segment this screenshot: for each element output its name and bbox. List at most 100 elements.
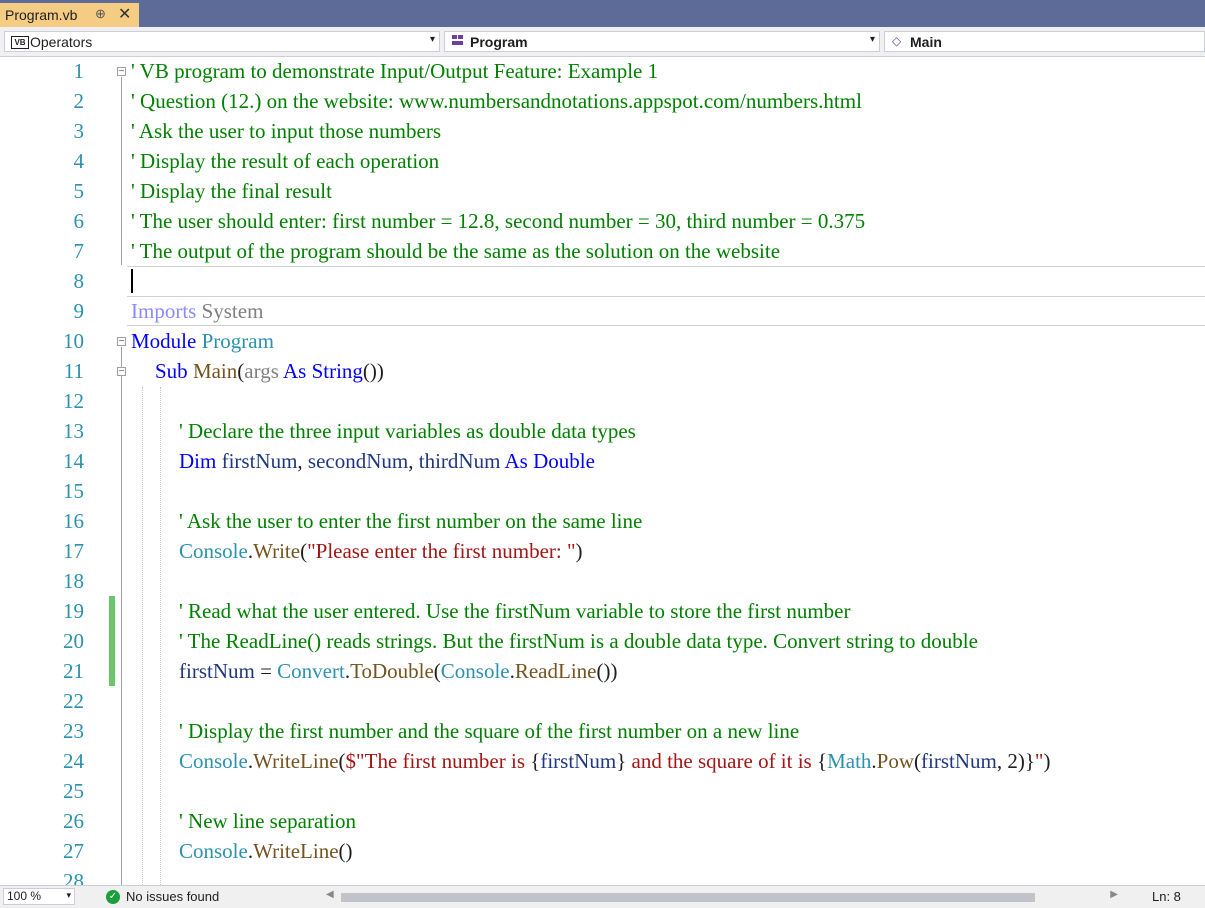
project-dropdown[interactable]: VB Operators ▾ xyxy=(4,31,440,52)
code-token: ' Display the first number and the squar… xyxy=(179,719,800,743)
check-circle-icon: ✓ xyxy=(106,890,120,904)
code-token: , xyxy=(408,449,419,473)
line-number: 4 xyxy=(73,149,85,173)
scrollbar-thumb[interactable] xyxy=(341,893,1035,902)
code-line[interactable]: 14 Dim firstNum, secondNum, thirdNum As D… xyxy=(0,446,1205,476)
scroll-right-icon[interactable]: ▶ xyxy=(1110,889,1118,900)
line-position: Ln: 8 xyxy=(1152,889,1181,904)
code-line[interactable]: 7 ' The output of the program should be t… xyxy=(0,236,1205,266)
line-number: 23 xyxy=(63,719,84,743)
line-number: 15 xyxy=(63,479,84,503)
code-token: WriteLine xyxy=(253,839,339,863)
document-tab-bar: Program.vb ⊕ ✕ xyxy=(0,0,1205,27)
code-text[interactable]: Module Program xyxy=(131,326,274,356)
code-line[interactable]: 4 ' Display the result of each operation xyxy=(0,146,1205,176)
code-text[interactable]: ' Question (12.) on the website: www.num… xyxy=(131,86,862,116)
code-line[interactable]: 28 xyxy=(0,866,1205,885)
code-text[interactable]: Console.Write("Please enter the first nu… xyxy=(179,536,583,566)
close-icon[interactable]: ✕ xyxy=(118,4,131,24)
member-dropdown[interactable]: ◇ Main xyxy=(884,31,1205,52)
code-token: ' Declare the three input variables as d… xyxy=(179,419,636,443)
code-token: firstNum xyxy=(540,749,617,773)
code-text[interactable]: ' Declare the three input variables as d… xyxy=(179,416,636,446)
chevron-down-icon[interactable]: ▾ xyxy=(66,890,71,901)
code-token: Dim xyxy=(179,449,217,473)
scroll-left-icon[interactable]: ◀ xyxy=(326,889,334,900)
code-text[interactable]: ' The ReadLine() reads strings. But the … xyxy=(179,626,978,656)
code-line[interactable]: 2 ' Question (12.) on the website: www.nu… xyxy=(0,86,1205,116)
code-text[interactable]: ' Read what the user entered. Use the fi… xyxy=(179,596,851,626)
code-line[interactable]: 10 Module Program xyxy=(0,326,1205,356)
code-text[interactable]: Console.WriteLine($"The first number is … xyxy=(179,746,1051,776)
code-line[interactable]: 11 Sub Main(args As String()) xyxy=(0,356,1205,386)
code-token: ' Display the result of each operation xyxy=(131,149,440,173)
code-token: ( xyxy=(338,749,346,773)
code-line[interactable]: 15 xyxy=(0,476,1205,506)
code-text[interactable]: ' The user should enter: first number = … xyxy=(131,206,865,236)
code-text[interactable]: ' Display the final result xyxy=(131,176,332,206)
code-text[interactable]: ' VB program to demonstrate Input/Output… xyxy=(131,57,658,86)
code-text[interactable]: ' The output of the program should be th… xyxy=(131,236,780,266)
code-editor[interactable]: − − − 1 ' VB program to demonstrate Input… xyxy=(0,57,1205,885)
line-number: 9 xyxy=(73,299,85,323)
code-line[interactable]: 8 xyxy=(0,266,1205,296)
tab-title[interactable]: Program.vb xyxy=(5,7,77,23)
code-line[interactable]: 21 firstNum = Convert.ToDouble(Console.Re… xyxy=(0,656,1205,686)
code-line[interactable]: 6 ' The user should enter: first number =… xyxy=(0,206,1205,236)
code-token: $"The first number is xyxy=(345,749,531,773)
code-line[interactable]: 18 xyxy=(0,566,1205,596)
code-text[interactable]: Console.WriteLine() xyxy=(179,836,353,866)
code-text[interactable]: Imports System xyxy=(131,296,263,326)
code-line[interactable]: 16 ' Ask the user to enter the first numb… xyxy=(0,506,1205,536)
code-text[interactable]: ' Display the first number and the squar… xyxy=(179,716,799,746)
code-line[interactable]: 5 ' Display the final result xyxy=(0,176,1205,206)
code-line[interactable]: 13 ' Declare the three input variables as… xyxy=(0,416,1205,446)
chevron-down-icon[interactable]: ▾ xyxy=(430,34,435,45)
zoom-dropdown[interactable]: 100 % ▾ xyxy=(3,888,75,905)
code-text[interactable]: ' Ask the user to input those numbers xyxy=(131,116,441,146)
code-token: ) xyxy=(575,539,583,563)
code-line[interactable]: 25 xyxy=(0,776,1205,806)
code-text[interactable]: firstNum = Convert.ToDouble(Console.Read… xyxy=(179,656,617,686)
horizontal-scrollbar[interactable]: ◀ ▶ xyxy=(326,889,1118,904)
code-line[interactable]: 27 Console.WriteLine() xyxy=(0,836,1205,866)
code-token: ' The user should enter: first number = … xyxy=(131,209,866,233)
code-text[interactable]: Sub Main(args As String()) xyxy=(155,356,384,386)
line-number: 21 xyxy=(63,659,84,683)
code-token: ' The ReadLine() reads strings. But the … xyxy=(179,629,978,653)
code-line[interactable]: 12 xyxy=(0,386,1205,416)
line-number: 10 xyxy=(63,329,84,353)
code-line[interactable]: 17 Console.Write("Please enter the first … xyxy=(0,536,1205,566)
type-dropdown[interactable]: Program ▾ xyxy=(444,31,880,52)
code-text[interactable]: Dim firstNum, secondNum, thirdNum As Dou… xyxy=(179,446,595,476)
line-number: 6 xyxy=(73,209,85,233)
code-text[interactable]: ' Display the result of each operation xyxy=(131,146,439,176)
code-token: Convert xyxy=(277,659,345,683)
code-line[interactable]: 26 ' New line separation xyxy=(0,806,1205,836)
code-line[interactable]: 23 ' Display the first number and the squ… xyxy=(0,716,1205,746)
code-line[interactable]: 9 Imports System xyxy=(0,296,1205,326)
code-token: ( xyxy=(914,749,922,773)
code-token: Sub xyxy=(155,359,188,383)
line-number: 25 xyxy=(63,779,84,803)
code-line[interactable]: 3 ' Ask the user to input those numbers xyxy=(0,116,1205,146)
code-line[interactable]: 24 Console.WriteLine($"The first number i… xyxy=(0,746,1205,776)
pin-icon[interactable]: ⊕ xyxy=(95,6,106,22)
line-number: 17 xyxy=(63,539,84,563)
method-icon: ◇ xyxy=(892,34,902,48)
code-line[interactable]: 20 ' The ReadLine() reads strings. But th… xyxy=(0,626,1205,656)
code-text[interactable]: ' New line separation xyxy=(179,806,356,836)
line-number: 5 xyxy=(73,179,85,203)
line-number: 1 xyxy=(73,59,85,83)
code-line[interactable]: 1 ' VB program to demonstrate Input/Outpu… xyxy=(0,57,1205,86)
code-line[interactable]: 19 ' Read what the user entered. Use the … xyxy=(0,596,1205,626)
chevron-down-icon[interactable]: ▾ xyxy=(870,34,875,45)
tab-program-vb[interactable]: Program.vb ⊕ ✕ xyxy=(0,3,139,27)
code-line[interactable]: 22 xyxy=(0,686,1205,716)
code-token: firstNum xyxy=(921,749,997,773)
line-number: 24 xyxy=(63,749,84,773)
code-token: Write xyxy=(253,539,301,563)
code-text[interactable]: ' Ask the user to enter the first number… xyxy=(179,506,642,536)
line-number: 3 xyxy=(73,119,85,143)
code-token: thirdNum xyxy=(418,449,501,473)
